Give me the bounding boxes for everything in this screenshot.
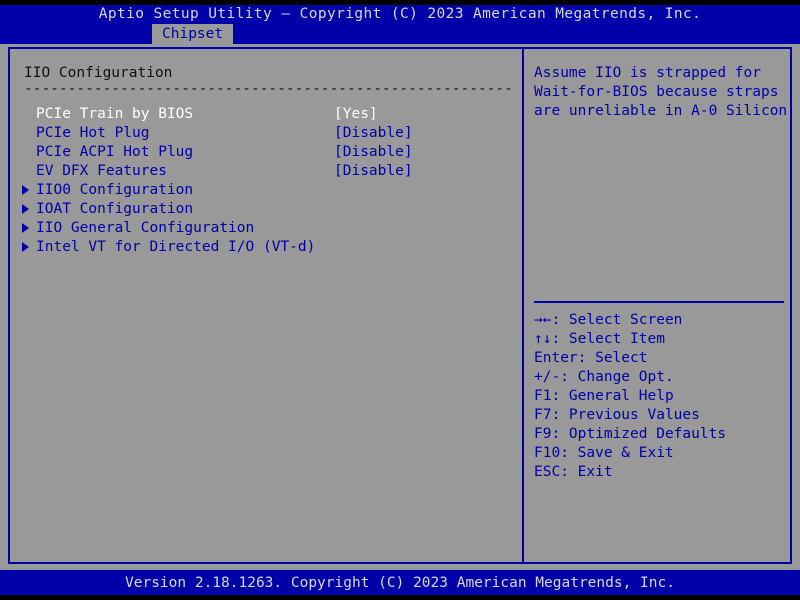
version-text: Version 2.18.1263. Copyright (C) 2023 Am… — [125, 575, 675, 591]
legend-item: ↑↓: Select Item — [534, 330, 786, 349]
help-divider — [534, 301, 784, 303]
legend-action: : General Help — [551, 388, 674, 404]
setting-row[interactable]: IIO0 Configuration — [12, 181, 520, 200]
legend-key: →← — [534, 312, 552, 328]
legend-key: F7 — [534, 407, 552, 423]
help-pane: Assume IIO is strapped for Wait-for-BIOS … — [532, 50, 788, 561]
legend-action: : Exit — [560, 464, 613, 480]
legend-key: +/- — [534, 369, 561, 385]
setting-row[interactable]: PCIe ACPI Hot Plug [Disable] — [12, 143, 520, 162]
legend-item: F7: Previous Values — [534, 406, 786, 425]
tab-bar: Chipset — [0, 24, 800, 44]
title-separator: ----------------------------------------… — [24, 81, 514, 97]
submenu-arrow-icon — [22, 223, 29, 233]
setting-label: IIO General Configuration — [36, 220, 255, 236]
setting-row[interactable]: PCIe Train by BIOS [Yes] — [12, 105, 520, 124]
legend-action: : Save & Exit — [560, 445, 674, 461]
key-legend: →←: Select Screen ↑↓: Select Item Enter: S… — [534, 311, 786, 482]
setting-value[interactable]: [Disable] — [334, 162, 413, 181]
legend-action: : Select — [577, 350, 648, 366]
legend-key: F9 — [534, 426, 552, 442]
pane-divider — [522, 47, 524, 564]
legend-item: →←: Select Screen — [534, 311, 786, 330]
help-text: Assume IIO is strapped for Wait-for-BIOS … — [534, 64, 788, 121]
legend-item: +/-: Change Opt. — [534, 368, 786, 387]
setting-row[interactable]: EV DFX Features [Disable] — [12, 162, 520, 181]
legend-action: : Previous Values — [551, 407, 700, 423]
bios-setup-screen: Aptio Setup Utility – Copyright (C) 2023… — [0, 0, 800, 600]
setting-label: PCIe ACPI Hot Plug — [36, 144, 194, 160]
submenu-arrow-icon — [22, 242, 29, 252]
tab-chipset[interactable]: Chipset — [152, 24, 234, 44]
setting-row[interactable]: IOAT Configuration — [12, 200, 520, 219]
settings-pane: IIO Configuration ----------------------… — [12, 50, 520, 561]
legend-item: F10: Save & Exit — [534, 444, 786, 463]
setting-row[interactable]: IIO General Configuration — [12, 219, 520, 238]
legend-item: Enter: Select — [534, 349, 786, 368]
legend-key: ESC — [534, 464, 561, 480]
legend-key: F1 — [534, 388, 552, 404]
legend-key: F10 — [534, 445, 561, 461]
setting-row[interactable]: Intel VT for Directed I/O (VT-d) — [12, 238, 520, 257]
setting-label: PCIe Hot Plug — [36, 125, 150, 141]
setting-value[interactable]: [Disable] — [334, 143, 413, 162]
legend-action: : Select Screen — [551, 312, 683, 328]
legend-key: ↑↓ — [534, 331, 552, 347]
setting-value[interactable]: [Disable] — [334, 124, 413, 143]
legend-action: : Optimized Defaults — [551, 426, 727, 442]
legend-key: Enter — [534, 350, 578, 366]
help-line: are unreliable in A-0 Silicon — [534, 103, 788, 119]
settings-list: PCIe Train by BIOS [Yes] PCIe Hot Plug [Dis… — [12, 105, 520, 257]
submenu-arrow-icon — [22, 185, 29, 195]
setting-row[interactable]: PCIe Hot Plug [Disable] — [12, 124, 520, 143]
setting-label: IOAT Configuration — [36, 201, 194, 217]
setting-label: EV DFX Features — [36, 163, 167, 179]
utility-title: Aptio Setup Utility – Copyright (C) 2023… — [98, 6, 702, 22]
setting-value[interactable]: [Yes] — [334, 105, 378, 124]
submenu-arrow-icon — [22, 204, 29, 214]
setting-label: IIO0 Configuration — [36, 182, 194, 198]
setting-label: PCIe Train by BIOS — [36, 106, 194, 122]
legend-item: F1: General Help — [534, 387, 786, 406]
help-line: Assume IIO is strapped for — [534, 65, 761, 81]
legend-action: : Select Item — [551, 331, 665, 347]
help-line: Wait-for-BIOS because straps — [534, 84, 779, 100]
legend-item: F9: Optimized Defaults — [534, 425, 786, 444]
setting-label: Intel VT for Directed I/O (VT-d) — [36, 239, 316, 255]
legend-action: : Change Opt. — [560, 369, 674, 385]
legend-item: ESC: Exit — [534, 463, 786, 482]
